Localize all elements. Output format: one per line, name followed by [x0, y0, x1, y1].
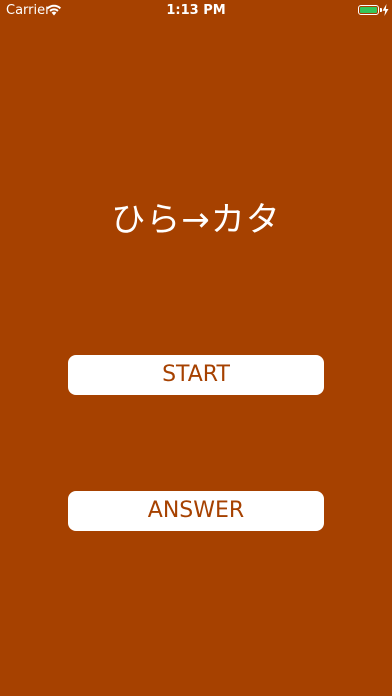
status-bar: Carrier 1:13 PM	[0, 0, 392, 22]
start-button[interactable]: START	[68, 355, 324, 395]
charging-icon	[382, 4, 389, 16]
battery-icon	[358, 5, 379, 15]
status-time: 1:13 PM	[166, 3, 226, 18]
battery-level-fill	[360, 7, 377, 13]
page-title: ひら→カタ	[111, 200, 281, 240]
answer-button[interactable]: ANSWER	[68, 491, 324, 531]
